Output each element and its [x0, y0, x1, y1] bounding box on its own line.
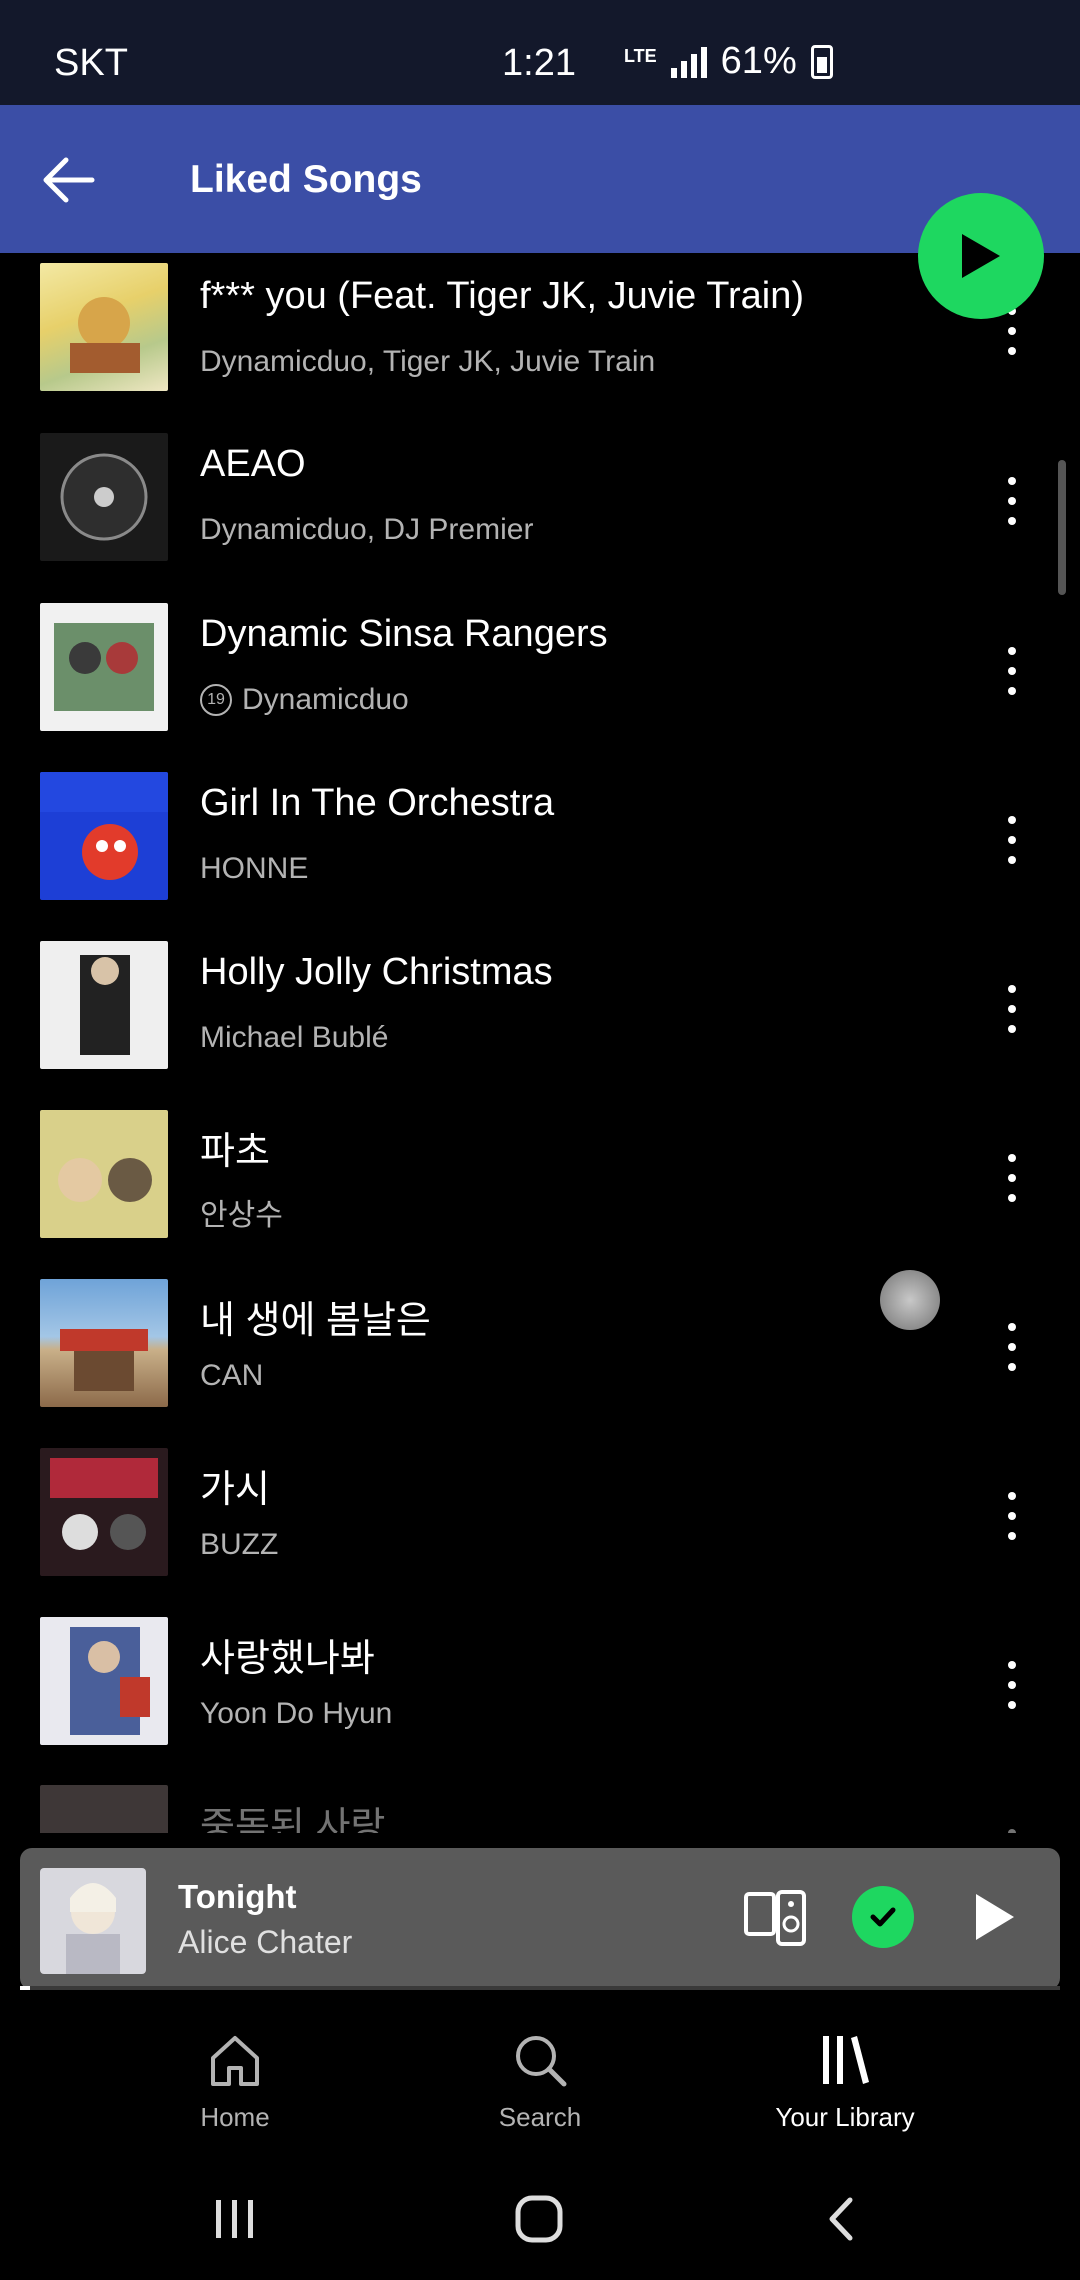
home-icon — [211, 2036, 259, 2086]
song-title: 파초 — [200, 1131, 270, 1173]
album-cover — [40, 263, 168, 391]
explicit-badge: 19 — [200, 684, 232, 716]
song-title: AEAO — [200, 443, 306, 485]
play-icon[interactable] — [962, 1886, 1024, 1948]
artist-name: Michael Bublé — [200, 1021, 389, 1054]
carrier-name: SKT — [54, 42, 128, 84]
more-options-icon[interactable] — [1000, 641, 1024, 701]
artist-name: 안상수 — [200, 1199, 283, 1232]
song-artist: Dynamicduo, Tiger JK, Juvie Train — [200, 345, 655, 379]
bottom-nav: Home Search Your Library — [0, 2000, 1080, 2160]
song-title: 가시 — [200, 1469, 270, 1511]
now-playing-cover — [40, 1868, 146, 1974]
list-item[interactable]: 파초 안상수 — [0, 1100, 1080, 1268]
artist-name: Yoon Do Hyun — [200, 1697, 393, 1730]
album-cover — [40, 772, 168, 900]
album-cover — [40, 1617, 168, 1745]
artist-name: Dynamicduo, DJ Premier — [200, 513, 534, 546]
more-options-icon[interactable] — [1000, 1655, 1024, 1715]
song-artist: Yoon Do Hyun — [200, 1697, 392, 1731]
recent-apps-icon[interactable] — [212, 2198, 258, 2240]
more-options-icon[interactable] — [1000, 471, 1024, 531]
more-options-icon[interactable] — [1000, 1148, 1024, 1208]
play-button[interactable] — [918, 193, 1044, 319]
now-playing-artist: Alice Chater — [178, 1924, 353, 1960]
arrow-left-icon[interactable] — [38, 150, 98, 210]
list-item[interactable]: 가시 BUZZ — [0, 1438, 1080, 1606]
devices-icon[interactable] — [742, 1888, 808, 1948]
nav-library-label: Your Library — [775, 2102, 915, 2132]
artist-name: Dynamicduo — [242, 683, 409, 716]
list-item[interactable]: 사랑했나봐 Yoon Do Hyun — [0, 1607, 1080, 1775]
touch-indicator — [880, 1270, 940, 1330]
back-nav-icon[interactable] — [824, 2196, 858, 2242]
song-title: Holly Jolly Christmas — [200, 951, 553, 993]
more-options-icon[interactable] — [1000, 979, 1024, 1039]
song-artist: Michael Bublé — [200, 1021, 388, 1055]
liked-check-icon[interactable] — [852, 1886, 914, 1948]
album-cover — [40, 433, 168, 561]
system-nav-bar — [0, 2160, 1080, 2280]
more-options-icon[interactable] — [1000, 1823, 1024, 1833]
battery-icon — [810, 44, 833, 79]
now-playing-bar[interactable]: Tonight Alice Chater — [20, 1848, 1060, 1990]
song-title: 중독된 사랑 — [200, 1806, 386, 1833]
home-button-icon[interactable] — [514, 2194, 564, 2244]
nav-home-label: Home — [200, 2102, 270, 2132]
list-item[interactable]: Girl In The Orchestra HONNE — [0, 762, 1080, 930]
song-artist: Dynamicduo, DJ Premier — [200, 513, 533, 547]
list-item[interactable]: AEAO Dynamicduo, DJ Premier — [0, 423, 1080, 591]
list-item[interactable]: 중독된 사랑 — [0, 1775, 1080, 1833]
song-artist: BUZZ — [200, 1528, 278, 1562]
nav-search-label: Search — [498, 2102, 582, 2132]
battery-percent: 61% — [720, 40, 797, 82]
more-options-icon[interactable] — [1000, 1486, 1024, 1546]
playback-progress-fill — [20, 1986, 31, 1990]
network-type: LTE — [624, 45, 657, 66]
list-item[interactable]: Dynamic Sinsa Rangers 19 Dynamicduo — [0, 593, 1080, 761]
library-icon — [823, 2036, 869, 2084]
album-cover — [40, 941, 168, 1069]
song-artist: HONNE — [200, 852, 308, 886]
album-cover — [40, 1785, 168, 1833]
song-title: Dynamic Sinsa Rangers — [200, 613, 608, 655]
album-cover — [40, 1448, 168, 1576]
song-title: 사랑했나봐 — [200, 1638, 375, 1680]
status-bar: SKT 1:21 LTE 61% — [0, 0, 1080, 105]
song-title: f*** you (Feat. Tiger JK, Juvie Train) — [200, 275, 805, 317]
nav-home[interactable]: Home — [135, 2030, 335, 2133]
album-cover — [40, 603, 168, 731]
now-playing-title: Tonight — [178, 1878, 297, 1915]
list-item[interactable]: Holly Jolly Christmas Michael Bublé — [0, 931, 1080, 1099]
artist-name: BUZZ — [200, 1528, 279, 1561]
artist-name: CAN — [200, 1359, 264, 1392]
artist-name: Dynamicduo, Tiger JK, Juvie Train — [200, 345, 656, 378]
more-options-icon[interactable] — [1000, 1317, 1024, 1377]
list-item[interactable]: f*** you (Feat. Tiger JK, Juvie Train) D… — [0, 253, 1080, 421]
song-title: 내 생에 봄날은 — [200, 1300, 431, 1342]
clock: 1:21 — [502, 42, 576, 84]
page-title: Liked Songs — [190, 158, 422, 201]
song-title: Girl In The Orchestra — [200, 782, 555, 824]
nav-library[interactable]: Your Library — [745, 2030, 945, 2133]
signal-icon — [670, 46, 707, 78]
song-list[interactable]: f*** you (Feat. Tiger JK, Juvie Train) D… — [0, 253, 1080, 1833]
song-artist: 안상수 — [200, 1190, 283, 1234]
playback-progress — [20, 1986, 1060, 1990]
song-artist: CAN — [200, 1359, 263, 1393]
nav-search[interactable]: Search — [440, 2030, 640, 2133]
header-bar — [0, 105, 1080, 253]
album-cover — [40, 1279, 168, 1407]
more-options-icon[interactable] — [1000, 810, 1024, 870]
artist-name: HONNE — [200, 852, 309, 885]
search-icon — [516, 2036, 567, 2087]
song-artist: 19 Dynamicduo — [200, 683, 409, 717]
album-cover — [40, 1110, 168, 1238]
scrollbar[interactable] — [1058, 460, 1066, 595]
status-icons: LTE 61% — [624, 40, 833, 83]
play-icon — [962, 234, 1000, 278]
